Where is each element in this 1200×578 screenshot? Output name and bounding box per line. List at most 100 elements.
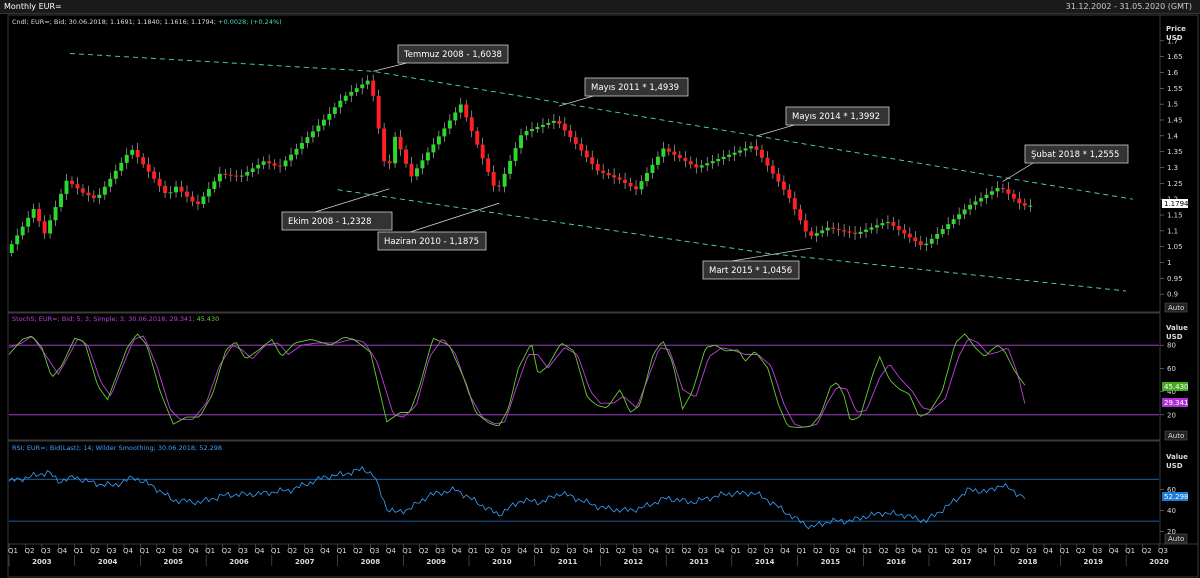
quarter-label: Q3 <box>435 547 445 555</box>
candle-body <box>20 226 25 236</box>
quarter-label: Q1 <box>1059 547 1069 555</box>
quarter-label: Q2 <box>682 547 692 555</box>
quarter-label: Q1 <box>337 547 347 555</box>
candle-body <box>918 241 923 246</box>
candle-body <box>831 227 836 229</box>
candle-body <box>749 146 753 149</box>
candle-body <box>727 154 732 157</box>
candle-body <box>135 149 140 158</box>
candle-body <box>579 143 584 151</box>
candle-body <box>168 192 173 194</box>
quarter-label: Q1 <box>534 547 544 555</box>
candle-body <box>228 174 233 176</box>
candle-body <box>836 228 841 231</box>
candle-body <box>519 135 523 149</box>
candle-body <box>480 144 485 159</box>
candle-body <box>387 161 392 164</box>
candle-body <box>990 191 994 195</box>
candle-body <box>234 175 239 177</box>
quarter-label: Q4 <box>649 547 660 555</box>
candle-body <box>321 119 326 126</box>
candle-body <box>119 162 124 171</box>
candle-body <box>672 151 677 155</box>
candle-body <box>376 95 381 129</box>
price-tick-label: 0.95 <box>1167 275 1183 283</box>
candle-body <box>486 158 491 173</box>
candle-body <box>272 163 277 166</box>
candle-body <box>464 104 469 118</box>
price-auto-button[interactable]: Auto <box>1164 302 1188 313</box>
candle-body <box>393 136 398 164</box>
rsi-value: 52.298 <box>1164 493 1189 501</box>
year-label: 2006 <box>229 558 249 566</box>
candle-body <box>294 148 299 155</box>
quarter-label: Q4 <box>912 547 923 555</box>
candle-body <box>37 209 42 222</box>
quarter-label: Q1 <box>731 547 741 555</box>
price-tick-label: 0.9 <box>1167 291 1178 299</box>
quarter-label: Q1 <box>862 547 872 555</box>
candle-body <box>305 137 310 144</box>
rsi-tick-label: 40 <box>1167 507 1176 515</box>
candle-body <box>754 146 759 150</box>
candle-body <box>398 136 403 150</box>
candle-body <box>907 233 912 238</box>
quarter-label: Q1 <box>994 547 1004 555</box>
candle-body <box>113 170 118 179</box>
stoch-k-value: 45.430 <box>1164 383 1189 391</box>
stoch-auto-button[interactable]: Auto <box>1164 430 1188 441</box>
candle-body <box>825 227 830 231</box>
year-label: 2003 <box>32 558 52 566</box>
candle-body <box>853 232 858 234</box>
candle-body <box>809 231 814 236</box>
candle-body <box>157 178 162 186</box>
candle-body <box>875 225 879 228</box>
candle-body <box>91 195 96 199</box>
candle-body <box>595 163 600 171</box>
candle-body <box>540 124 545 127</box>
quarter-label: Q2 <box>156 547 166 555</box>
year-label: 2017 <box>952 558 972 566</box>
quarter-label: Q3 <box>304 547 314 555</box>
candle-body <box>179 186 184 192</box>
quarter-label: Q4 <box>714 547 725 555</box>
candle-body <box>524 131 529 136</box>
candle-body <box>26 217 31 227</box>
candle-body <box>820 230 825 234</box>
quarter-label: Q4 <box>320 547 331 555</box>
stoch-auto-label: Auto <box>1168 432 1184 440</box>
candle-body <box>108 178 113 187</box>
candle-body <box>442 128 447 137</box>
candle-body <box>546 122 551 125</box>
candle-body <box>250 168 255 173</box>
candle-body <box>425 152 430 161</box>
candle-body <box>880 223 885 226</box>
candle-body <box>97 194 102 199</box>
candle-body <box>688 161 693 165</box>
quarter-label: Q2 <box>419 547 429 555</box>
candle-body <box>530 129 534 132</box>
quarter-label: Q1 <box>1125 547 1135 555</box>
year-label: 2011 <box>558 558 578 566</box>
candle-body <box>146 164 151 172</box>
candle-body <box>743 148 748 151</box>
quarter-label: Q3 <box>1092 547 1102 555</box>
candle-body <box>1028 205 1033 207</box>
candle-body <box>365 80 370 85</box>
stoch-axis-unit: USD <box>1166 333 1183 341</box>
candle-body <box>310 131 315 138</box>
stoch-tick-label: 60 <box>1167 365 1176 373</box>
rsi-header: RSI; EUR=; Bid(Last); 14; Wilder Smoothi… <box>12 444 222 452</box>
quarter-label: Q4 <box>583 547 594 555</box>
candle-body <box>798 209 803 221</box>
chart-svg: Cndl; EUR=; Bid; 30.06.2018; 1.1691; 1.1… <box>7 14 1199 578</box>
candle-body <box>869 227 874 230</box>
quarter-label: Q4 <box>189 547 200 555</box>
price-tick-label: 1.6 <box>1167 69 1179 77</box>
candle-body <box>645 173 649 182</box>
candle-body <box>217 173 222 182</box>
candle-body <box>979 198 983 202</box>
price-header-change: +0.0028; (+0.24%) <box>216 18 282 26</box>
candle-body <box>141 157 146 165</box>
candle-body <box>59 193 63 208</box>
